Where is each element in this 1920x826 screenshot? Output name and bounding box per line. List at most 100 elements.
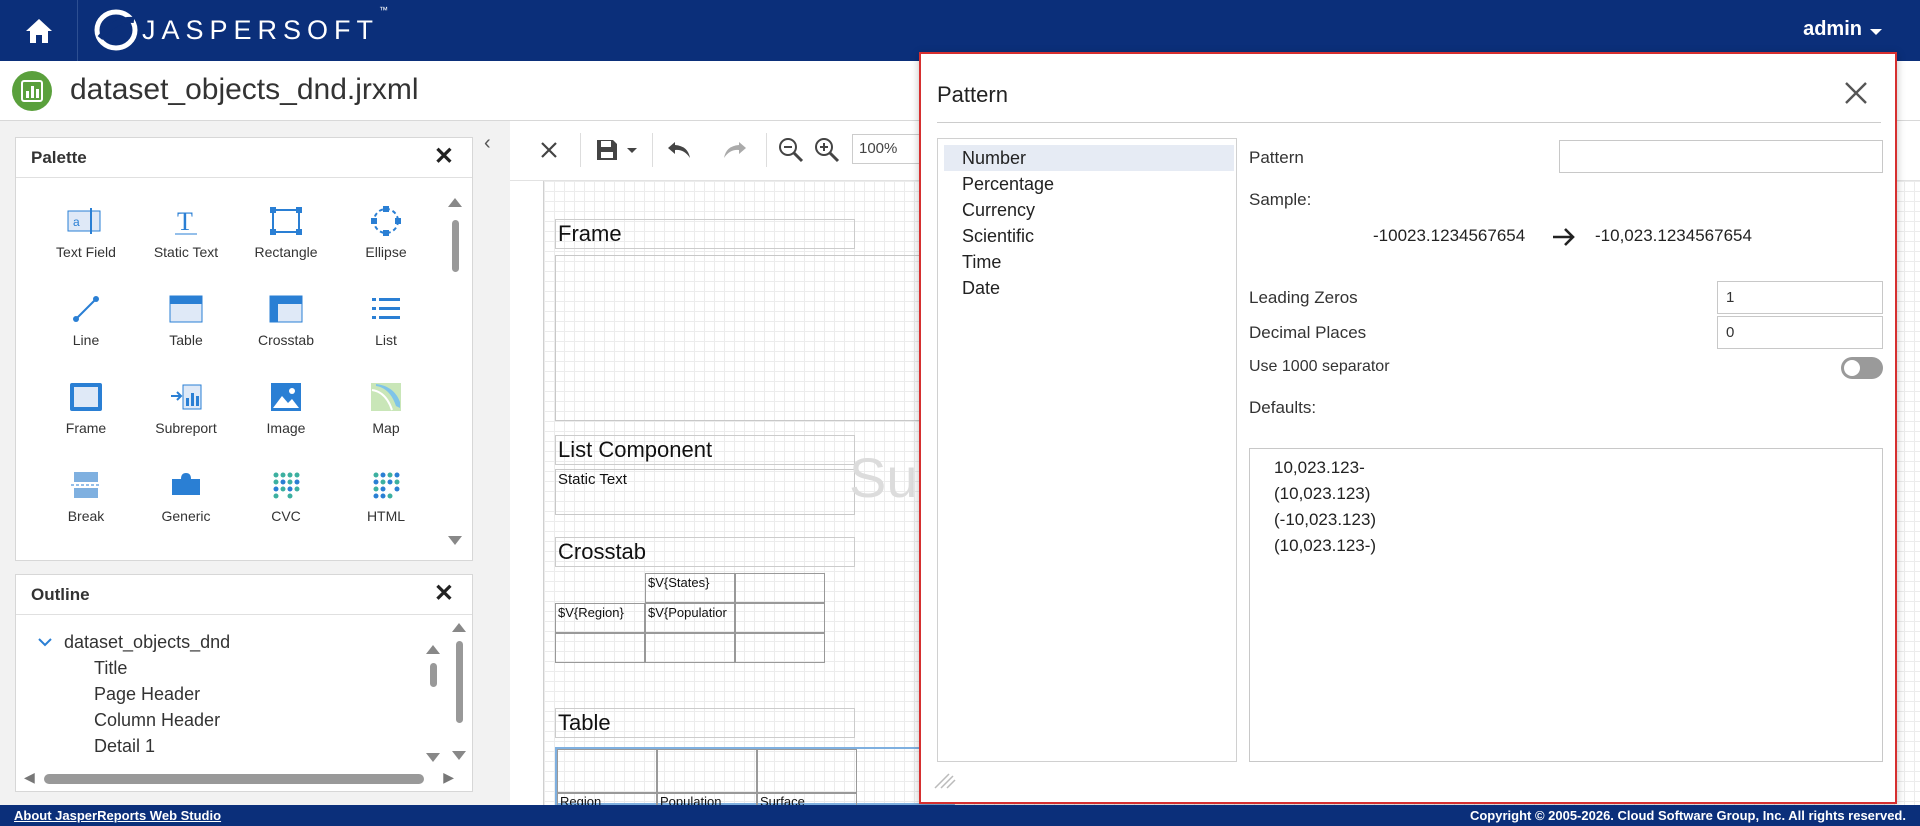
frame-element[interactable]: Frame [555,219,855,249]
scroll-down-icon[interactable] [452,751,466,760]
defaults-label: Defaults: [1249,398,1317,417]
chevron-down-icon [1870,28,1882,35]
palette-close-button[interactable]: ✕ [434,145,454,169]
scroll-left-icon[interactable]: ◀ [24,769,35,786]
tree-node-title[interactable]: Title [38,655,230,681]
scroll-down-icon[interactable] [448,536,462,545]
toolbar-separator [580,133,581,167]
palette-item-subreport[interactable]: Subreport [136,380,236,442]
default-format-option[interactable]: (10,023.123) [1274,481,1858,507]
list-component-element[interactable]: List Component [555,435,855,465]
user-menu[interactable]: admin [1803,18,1882,41]
crosstab-cell[interactable] [735,603,825,633]
table-cell[interactable] [657,749,757,793]
crosstab-header-total[interactable] [735,573,825,603]
table-cell[interactable] [557,749,657,793]
brand-name: JASPERSOFT™ [142,4,389,45]
outline-scrollbar[interactable] [450,623,468,763]
sample-output-value: -10,023.1234567654 [1595,226,1752,245]
crosstab-cell[interactable] [645,633,735,663]
palette-item-table[interactable]: Table [136,292,236,354]
default-format-option[interactable]: (-10,023.123) [1274,507,1858,533]
category-currency[interactable]: Currency [938,197,1236,223]
tree-node-column-header[interactable]: Column Header [38,707,230,733]
outline-inner-scrollbar[interactable] [424,645,442,765]
save-button[interactable] [590,135,642,165]
scroll-right-icon[interactable]: ▶ [443,769,454,786]
palette-item-line[interactable]: Line [36,292,136,354]
ellipse-icon [371,206,401,236]
palette-item-ellipse[interactable]: Ellipse [336,204,436,266]
category-number[interactable]: Number [944,145,1234,171]
outline-horizontal-thumb[interactable] [44,774,424,784]
home-button[interactable] [0,0,78,61]
pattern-input[interactable] [1559,140,1883,173]
tree-node-root[interactable]: dataset_objects_dnd [38,629,230,655]
outline-inner-scroll-thumb[interactable] [430,663,437,687]
palette-item-list[interactable]: List [336,292,436,354]
use-1000-separator-toggle[interactable] [1841,357,1883,379]
chevron-down-icon[interactable] [38,637,52,647]
crosstab-cell[interactable] [555,633,645,663]
outline-scroll-thumb[interactable] [456,641,463,723]
crosstab-element[interactable]: Crosstab [555,537,855,567]
sample-label: Sample: [1249,190,1312,209]
palette-item-text-field[interactable]: a Text Field [36,204,136,266]
pattern-settings-pane: Pattern Sample: -10023.1234567654 -10,02… [1249,138,1883,762]
crosstab-cell[interactable] [735,633,825,663]
undo-button[interactable] [664,135,694,165]
crosstab-measure-population[interactable]: $V{Populatior [645,603,735,633]
palette-item-html[interactable]: HTML [336,468,436,530]
palette-item-map[interactable]: Map [336,380,436,442]
scroll-up-icon[interactable] [426,645,440,654]
list-static-text[interactable]: Static Text [555,469,855,515]
toggle-knob [1844,360,1860,376]
resize-grip-icon[interactable] [933,772,957,790]
redo-button[interactable] [720,135,750,165]
palette-item-static-text[interactable]: T Static Text [136,204,236,266]
default-format-option[interactable]: 10,023.123- [1274,455,1858,481]
palette-item-break[interactable]: Break [36,468,136,530]
palette-scroll-thumb[interactable] [452,220,459,272]
collapse-panel-button[interactable]: ‹ [484,132,491,155]
category-time[interactable]: Time [938,249,1236,275]
palette-scrollbar[interactable] [446,198,464,548]
outline-horizontal-scrollbar[interactable]: ◀ ▶ [24,769,454,786]
rectangle-icon [270,207,302,235]
crosstab-header-states[interactable]: $V{States} [645,573,735,603]
close-report-button[interactable] [534,135,564,165]
pattern-dialog: Pattern Number Percentage Currency Scien… [919,52,1897,804]
table-element[interactable]: Table [555,708,855,738]
palette-item-frame[interactable]: Frame [36,380,136,442]
undo-icon [668,142,690,158]
palette-item-cvc[interactable]: CVC [236,468,336,530]
zoom-out-button[interactable] [776,135,806,165]
palette-item-crosstab[interactable]: Crosstab [236,292,336,354]
palette-item-image[interactable]: Image [236,380,336,442]
report-icon [12,71,52,111]
scroll-down-icon[interactable] [426,753,440,762]
leading-zeros-input[interactable] [1717,281,1883,314]
default-format-option[interactable]: (10,023.123-) [1274,533,1858,559]
table-body[interactable]: Region Population Surface [555,747,955,807]
close-icon [1845,82,1867,104]
about-link[interactable]: About JasperReports Web Studio [14,808,221,823]
palette-item-rectangle[interactable]: Rectangle [236,204,336,266]
jaspersoft-swirl-icon [94,9,138,51]
tree-node-detail-1[interactable]: Detail 1 [38,733,230,759]
scroll-up-icon[interactable] [452,623,466,632]
category-scientific[interactable]: Scientific [938,223,1236,249]
zoom-level-field[interactable]: 100% [852,134,922,164]
jaspersoft-logo[interactable]: JASPERSOFT™ [94,4,389,54]
crosstab-row-region[interactable]: $V{Region} [555,603,645,633]
table-cell[interactable] [757,749,857,793]
palette-item-generic[interactable]: Generic [136,468,236,530]
tree-node-page-header[interactable]: Page Header [38,681,230,707]
dialog-close-button[interactable] [1843,80,1869,106]
decimal-places-input[interactable] [1717,316,1883,349]
outline-close-button[interactable]: ✕ [434,582,454,606]
zoom-in-button[interactable] [812,135,842,165]
scroll-up-icon[interactable] [448,198,462,207]
category-percentage[interactable]: Percentage [938,171,1236,197]
category-date[interactable]: Date [938,275,1236,301]
